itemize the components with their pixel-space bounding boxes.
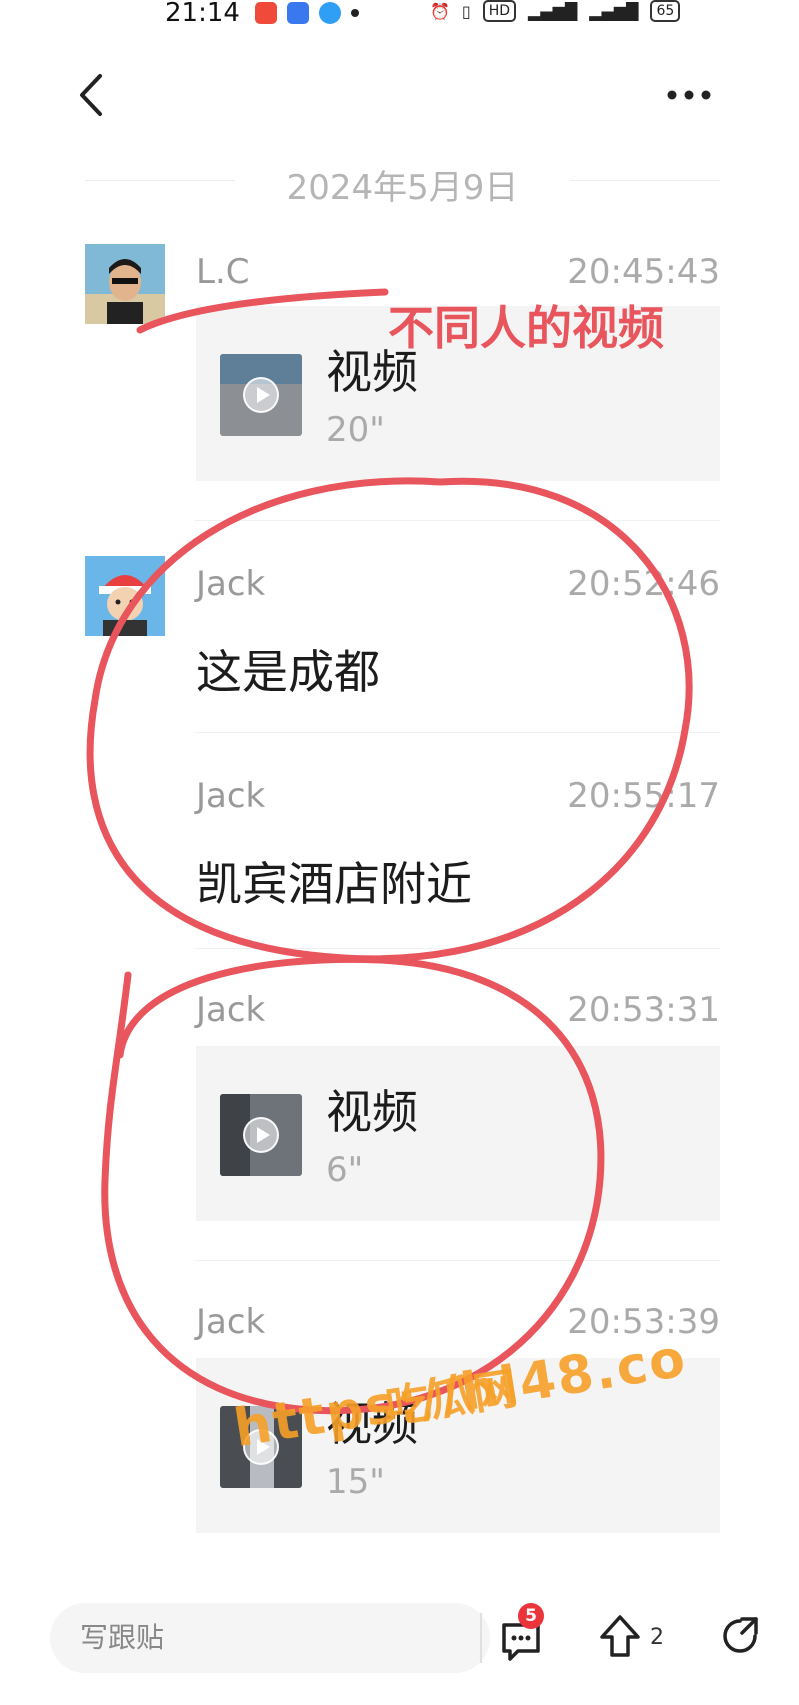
video-message[interactable]: 视频 6": [196, 1046, 720, 1221]
sender-name: L.C: [196, 252, 250, 292]
date-text: 2024年5月9日: [286, 168, 519, 208]
message-time: 20:55:17: [567, 776, 720, 816]
sender-name: Jack: [196, 990, 266, 1030]
sender-name: Jack: [196, 1302, 266, 1342]
nav-bar: [0, 60, 799, 130]
network-hd-icon: HD: [482, 0, 517, 22]
share-button[interactable]: [598, 1609, 643, 1663]
more-notifications-dot: [351, 9, 359, 17]
message-time: 20:45:43: [567, 252, 720, 292]
forward-icon: [723, 1617, 758, 1653]
video-label: 视频: [326, 1085, 418, 1139]
vibrate-icon: ▯: [461, 1, 471, 21]
bottom-bar: 写跟贴 5 2: [0, 1595, 799, 1685]
browser-app-icon: [319, 2, 341, 24]
back-button[interactable]: [74, 70, 114, 120]
bottom-divider: [480, 1613, 482, 1663]
status-app-icons: [255, 2, 359, 24]
forward-button[interactable]: [718, 1611, 763, 1661]
message-text: 凯宾酒店附近: [196, 857, 472, 911]
play-icon: [243, 1117, 279, 1153]
message-time: 20:53:31: [567, 990, 720, 1030]
avatar-lc[interactable]: [85, 244, 165, 324]
more-button[interactable]: [664, 80, 714, 110]
video-thumbnail: [220, 354, 302, 436]
status-time: 21:14: [165, 0, 240, 28]
signal2-icon: ▂▄▆█: [589, 1, 639, 21]
video-duration: 20": [326, 410, 385, 450]
play-icon: [243, 377, 279, 413]
more-dots-icon: [667, 90, 711, 100]
avatar-jack[interactable]: [85, 556, 165, 636]
share-up-arrow-icon: [600, 1615, 640, 1657]
comment-count-badge: 5: [518, 1603, 544, 1629]
battery-icon: 65: [650, 0, 681, 22]
message-separator: [195, 520, 720, 521]
signal-icon: ▂▄▆█: [528, 1, 578, 21]
status-indicators: ⏰ ▯ HD ▂▄▆█ ▂▄▆█ 65: [430, 0, 681, 22]
message-separator: [195, 732, 720, 733]
video-duration: 6": [326, 1150, 364, 1190]
avatar-lc-image: [85, 244, 165, 324]
notification-app-icon: [287, 2, 309, 24]
message-separator: [195, 948, 720, 949]
message-time: 20:52:46: [567, 564, 720, 604]
video-thumbnail: [220, 1094, 302, 1176]
status-bar: 21:14 ⏰ ▯ HD ▂▄▆█ ▂▄▆█ 65: [0, 0, 799, 36]
alarm-icon: ⏰: [430, 1, 450, 21]
chevron-left-icon: [80, 74, 102, 116]
avatar-jack-image: [85, 556, 165, 636]
music-app-icon: [255, 2, 277, 24]
date-divider: 2024年5月9日: [85, 160, 720, 208]
sender-name: Jack: [196, 564, 266, 604]
reply-input[interactable]: 写跟贴: [50, 1603, 490, 1673]
video-duration: 15": [326, 1462, 385, 1502]
share-count: 2: [650, 1625, 664, 1650]
annotation-label: 不同人的视频: [388, 301, 664, 355]
message-separator: [195, 1260, 720, 1261]
message-text: 这是成都: [196, 645, 380, 699]
sender-name: Jack: [196, 776, 266, 816]
